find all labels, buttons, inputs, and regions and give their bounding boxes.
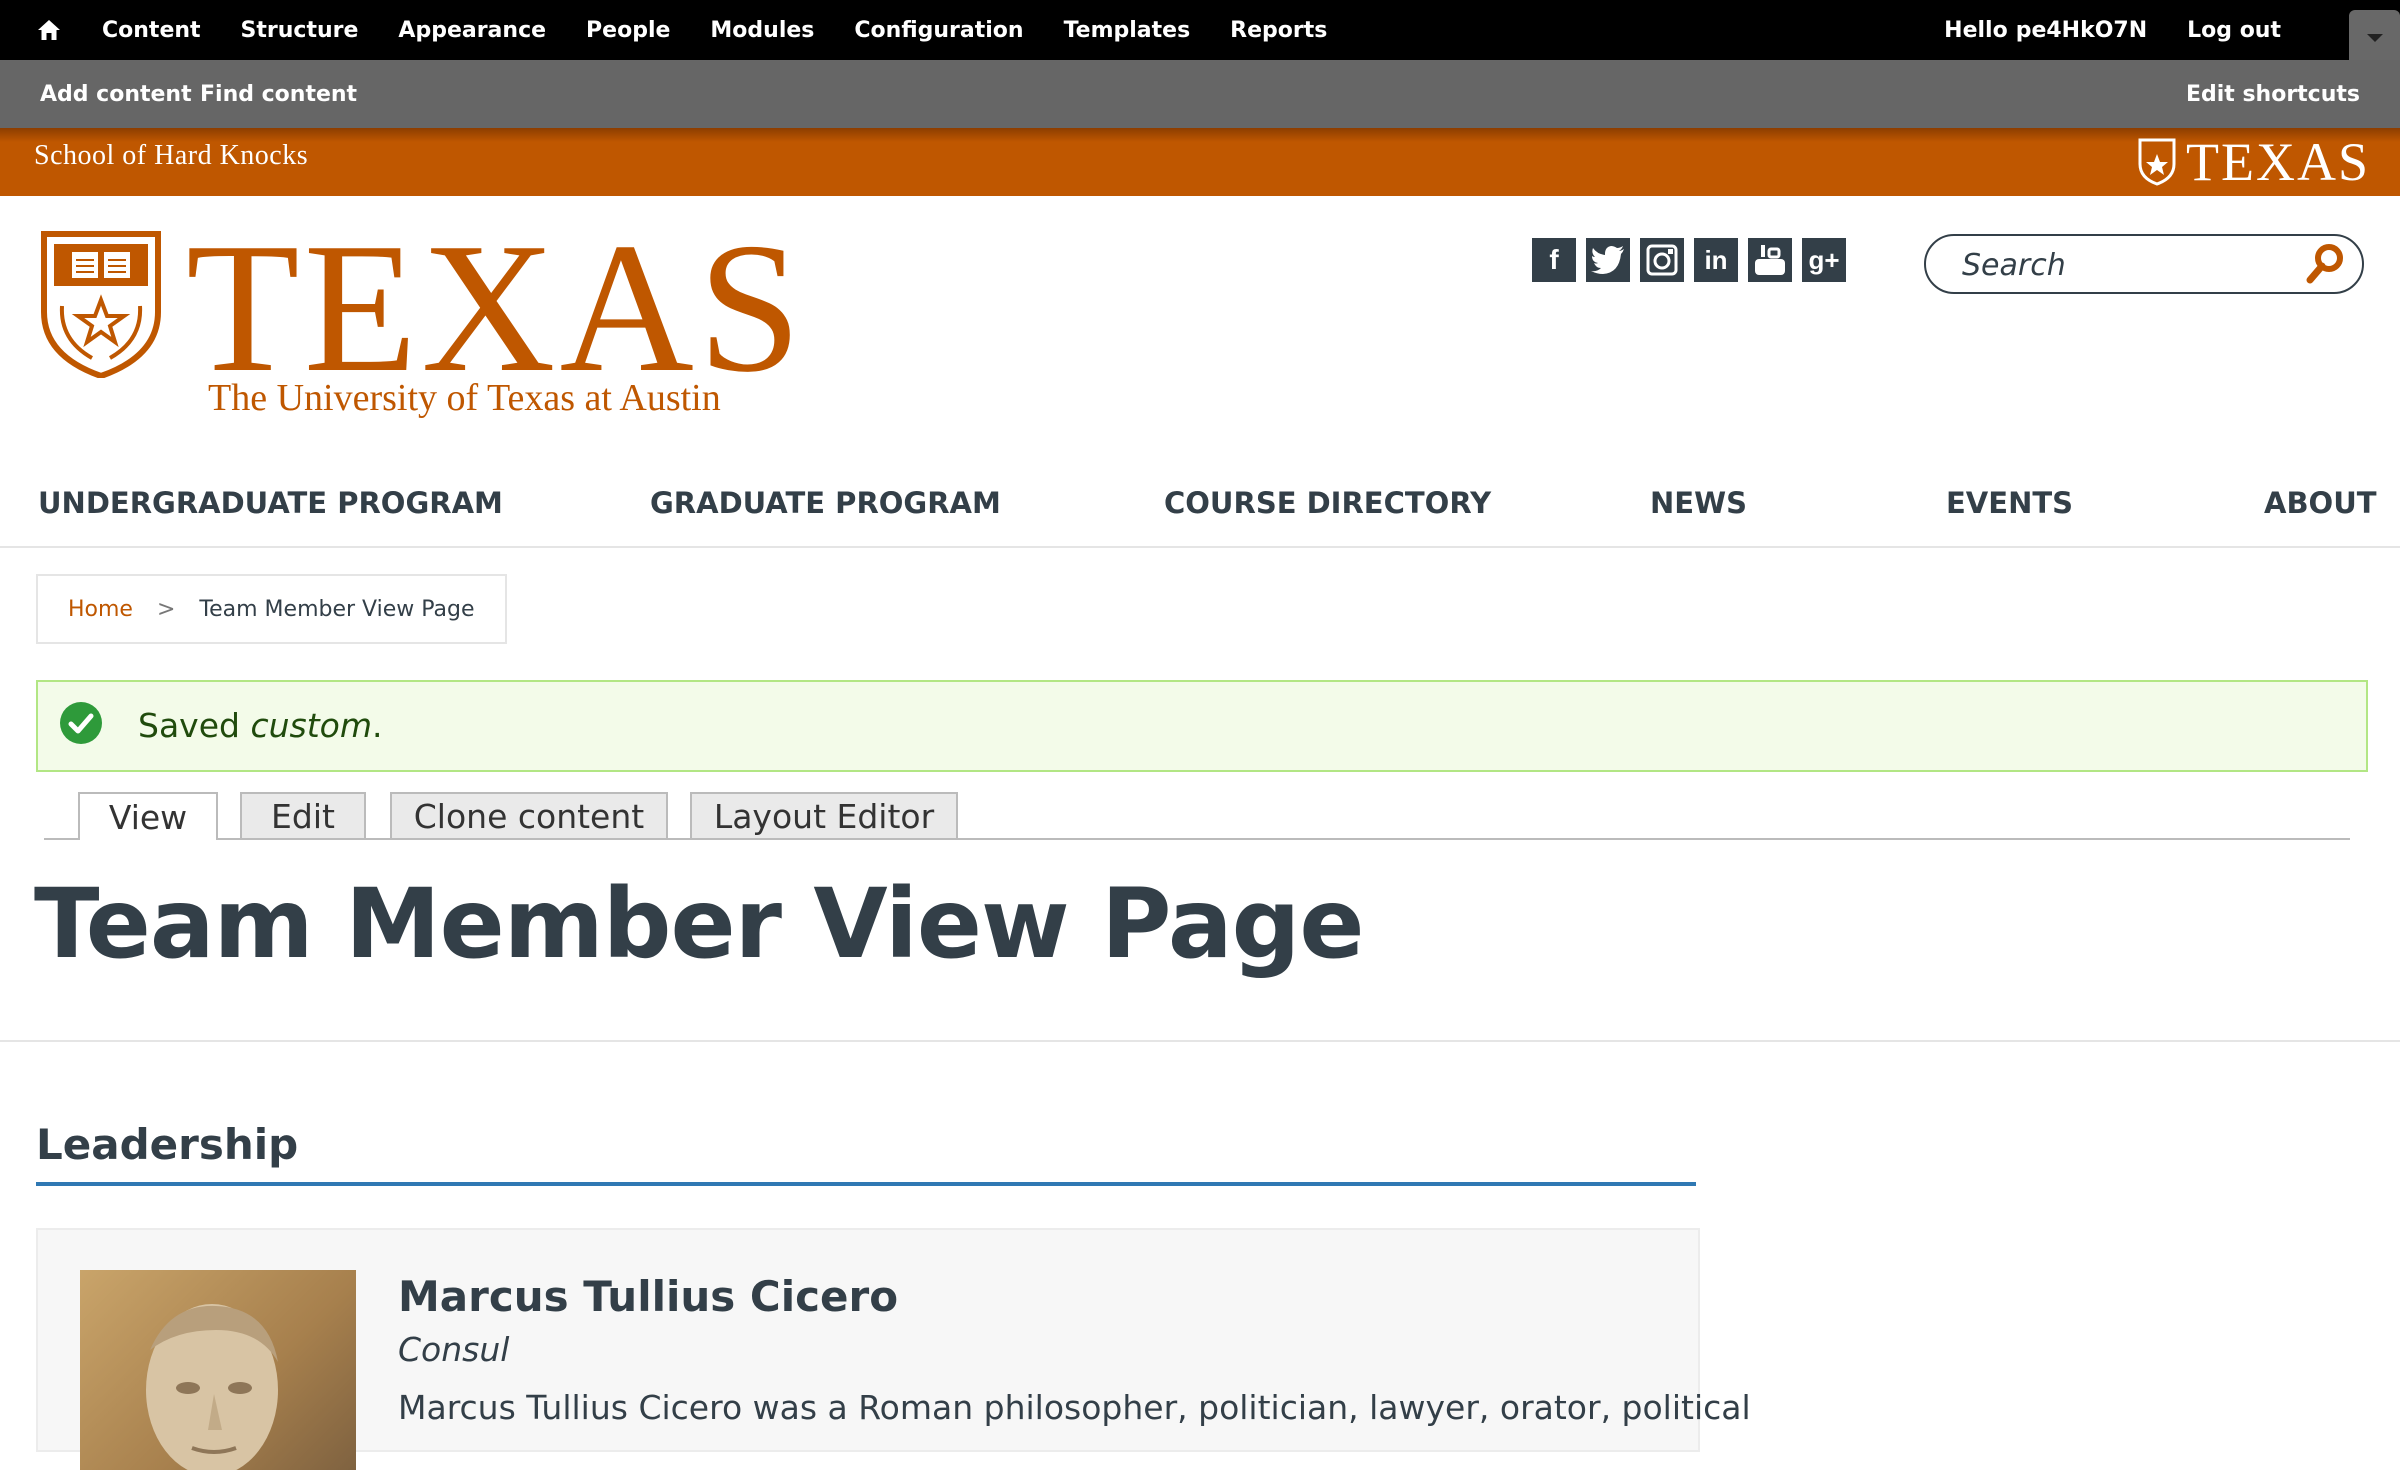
- breadcrumb: Home > Team Member View Page: [36, 574, 507, 644]
- team-member-photo[interactable]: [80, 1270, 356, 1470]
- nav-about[interactable]: ABOUT: [2264, 486, 2377, 520]
- instagram-icon[interactable]: [1640, 238, 1684, 282]
- ut-subtitle: The University of Texas at Austin: [208, 377, 721, 419]
- ut-mini-wordmark: TEXAS: [2186, 132, 2370, 192]
- status-text: Saved custom.: [138, 706, 382, 745]
- search-icon[interactable]: [2302, 242, 2346, 286]
- search-input[interactable]: [1960, 244, 2294, 286]
- team-member-name[interactable]: Marcus Tullius Cicero: [398, 1272, 898, 1321]
- breadcrumb-current: Team Member View Page: [199, 596, 475, 622]
- home-icon[interactable]: [36, 17, 62, 43]
- admin-toolbar: Content Structure Appearance People Modu…: [0, 0, 2400, 60]
- admin-menu-people[interactable]: People: [586, 18, 670, 43]
- admin-menu: Content Structure Appearance People Modu…: [102, 0, 1367, 60]
- team-member-role: Consul: [398, 1330, 510, 1369]
- tab-edit[interactable]: Edit: [240, 792, 366, 838]
- tab-clone-content[interactable]: Clone content: [390, 792, 668, 838]
- team-member-bio: Marcus Tullius Cicero was a Roman philos…: [398, 1388, 1751, 1427]
- tab-layout-editor[interactable]: Layout Editor: [690, 792, 958, 838]
- add-content-link[interactable]: Add content: [40, 60, 192, 128]
- nav-undergraduate-program[interactable]: UNDERGRADUATE PROGRAM: [38, 486, 503, 520]
- shortcuts-bar: Add content Find content Edit shortcuts: [0, 60, 2400, 128]
- admin-menu-modules[interactable]: Modules: [710, 18, 814, 43]
- linkedin-icon[interactable]: in: [1694, 238, 1738, 282]
- ut-mini-logo[interactable]: TEXAS: [2138, 134, 2370, 190]
- google-plus-icon[interactable]: g+: [1802, 238, 1846, 282]
- status-suffix: .: [371, 706, 383, 745]
- parent-site-bar: School of Hard Knocks TEXAS: [0, 128, 2400, 196]
- checkmark-icon: [60, 702, 102, 744]
- admin-menu-templates[interactable]: Templates: [1064, 18, 1191, 43]
- local-tasks-tabs: View Edit Clone content Layout Editor: [44, 790, 2350, 840]
- main-navigation: UNDERGRADUATE PROGRAM GRADUATE PROGRAM C…: [0, 470, 2400, 548]
- breadcrumb-separator: >: [156, 596, 176, 622]
- admin-menu-configuration[interactable]: Configuration: [854, 18, 1023, 43]
- nav-course-directory[interactable]: COURSE DIRECTORY: [1164, 486, 1491, 520]
- twitter-icon[interactable]: [1586, 238, 1630, 282]
- status-item-link[interactable]: custom: [250, 706, 372, 745]
- logout-link[interactable]: Log out: [2187, 18, 2281, 43]
- admin-menu-reports[interactable]: Reports: [1230, 18, 1327, 43]
- facebook-icon[interactable]: f: [1532, 238, 1576, 282]
- breadcrumb-home-link[interactable]: Home: [68, 597, 133, 622]
- ut-shield-icon: [2138, 138, 2176, 186]
- section-heading: Leadership: [36, 1120, 299, 1169]
- nav-graduate-program[interactable]: GRADUATE PROGRAM: [650, 486, 1001, 520]
- ut-wordmark: TEXAS: [186, 205, 806, 411]
- admin-menu-structure[interactable]: Structure: [241, 18, 359, 43]
- admin-menu-appearance[interactable]: Appearance: [398, 18, 546, 43]
- admin-menu-content[interactable]: Content: [102, 18, 201, 43]
- hello-label: Hello: [1944, 17, 2008, 43]
- social-links: f in g+: [1532, 238, 1856, 282]
- admin-user-area: Hello pe4HkO7N Log out: [1944, 0, 2281, 60]
- find-content-link[interactable]: Find content: [200, 60, 357, 128]
- tab-view[interactable]: View: [78, 792, 218, 840]
- ut-seal-icon: [41, 231, 161, 378]
- divider: [0, 1040, 2400, 1042]
- status-message: Saved custom.: [36, 680, 2368, 772]
- status-prefix: Saved: [138, 706, 251, 745]
- search-box: [1924, 234, 2364, 294]
- username[interactable]: pe4HkO7N: [2016, 18, 2147, 43]
- nav-news[interactable]: NEWS: [1650, 486, 1747, 520]
- parent-site-name[interactable]: School of Hard Knocks: [34, 140, 308, 172]
- section-rule: [36, 1182, 1696, 1186]
- page-title: Team Member View Page: [34, 868, 1364, 980]
- toolbar-tray-toggle-button[interactable]: [2349, 10, 2400, 60]
- team-member-card: Marcus Tullius Cicero Consul Marcus Tull…: [36, 1228, 1751, 1470]
- edit-shortcuts-link[interactable]: Edit shortcuts: [2186, 60, 2360, 128]
- youtube-icon[interactable]: [1748, 238, 1792, 282]
- nav-events[interactable]: EVENTS: [1946, 486, 2073, 520]
